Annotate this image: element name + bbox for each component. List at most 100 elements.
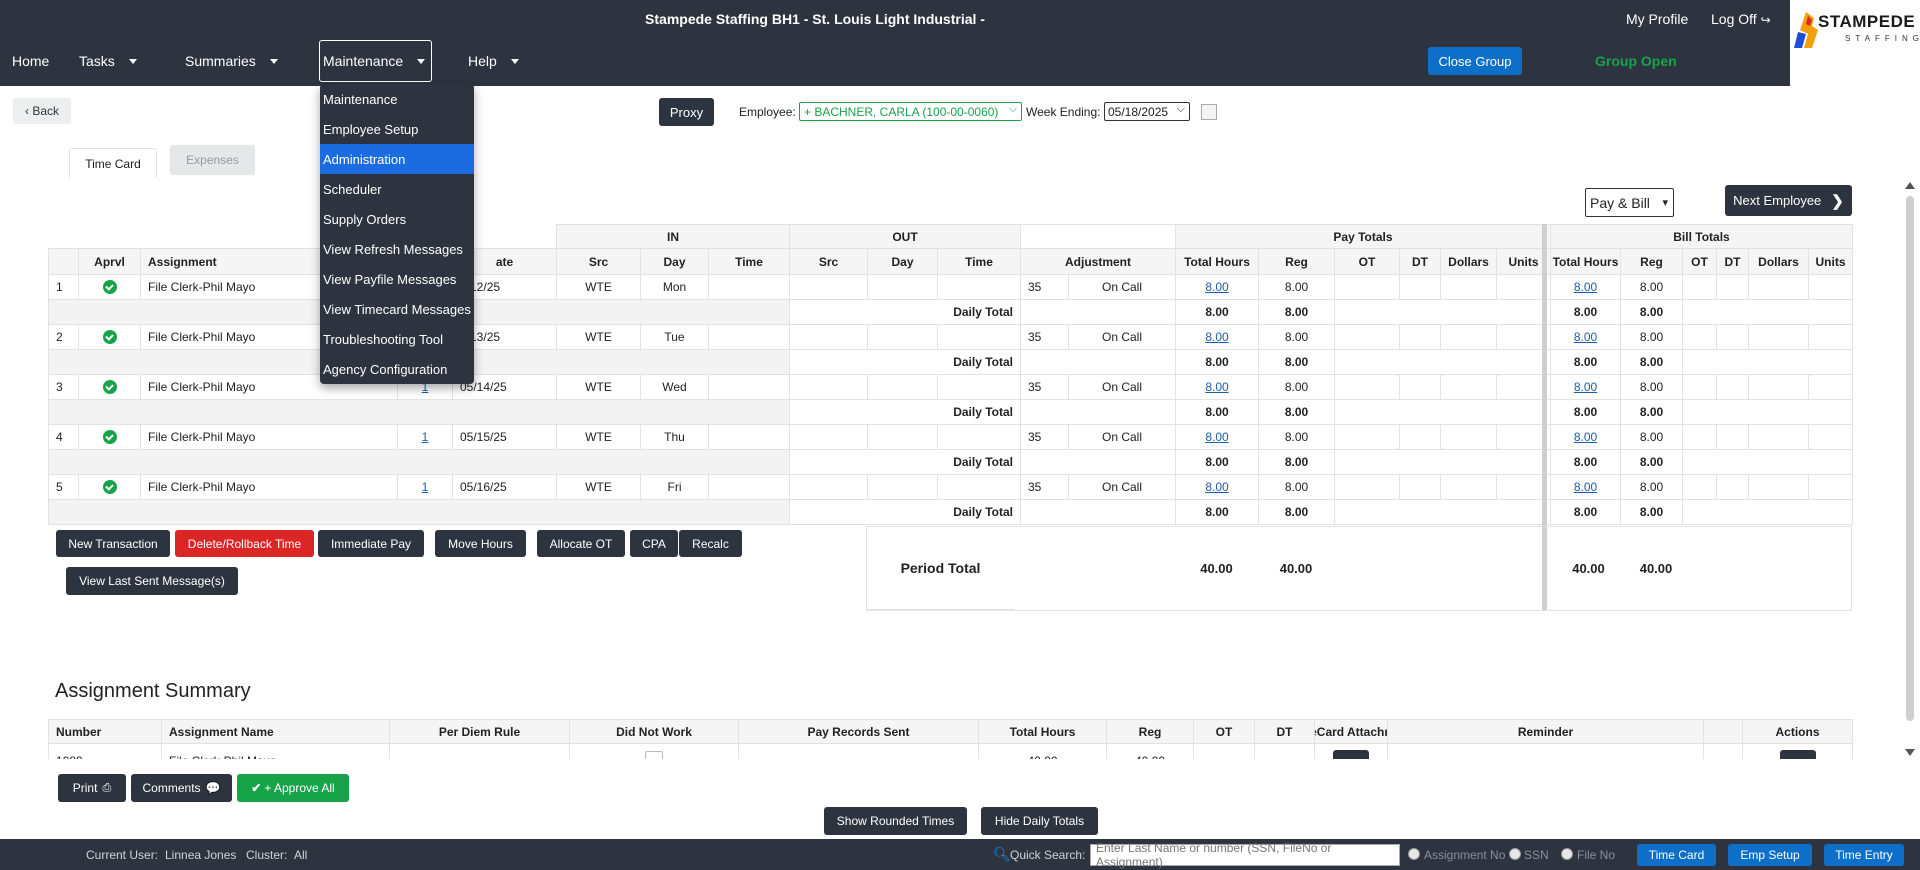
scroll-up-arrow-icon[interactable] [1905,182,1915,189]
hide-daily-totals-button[interactable]: Hide Daily Totals [981,807,1098,835]
tab-expenses[interactable]: Expenses [170,145,255,175]
pay-dollars-cell [1440,424,1497,450]
nav-tasks[interactable]: Tasks [79,40,137,82]
adjustment-code: 35 [1020,274,1069,300]
column-header: Src [556,248,641,275]
scroll-down-arrow-icon[interactable] [1905,749,1915,756]
approve-all-button[interactable]: ✔ + Approve All [237,774,349,802]
bill-dollars-cell [1748,274,1809,300]
actions-search-button[interactable] [1779,750,1816,759]
assignment-link[interactable]: 1 [397,424,453,450]
time-card-button[interactable]: Time Card [1637,844,1716,866]
pay-total-hours-link[interactable]: 8.00 [1175,374,1259,400]
pay-ot-cell [1334,374,1400,400]
next-employee-button[interactable]: Next Employee ❯ [1725,185,1852,216]
scrollbar-thumb[interactable] [1906,196,1914,721]
approve-all-label: + Approve All [264,781,335,795]
menu-item-employee-setup[interactable]: Employee Setup [320,114,474,144]
proxy-button[interactable]: Proxy [659,98,714,126]
bill-dollars-cell [1748,474,1809,500]
logout-icon: ↪ [1760,13,1771,27]
out-day-cell [867,324,938,350]
pay-total-hours-link[interactable]: 8.00 [1175,474,1259,500]
daily-bill-blank [1682,399,1853,425]
menu-item-troubleshooting-tool[interactable]: Troubleshooting Tool [320,324,474,354]
quick-search-input[interactable]: Enter Last Name or number (SSN, FileNo o… [1090,841,1400,869]
daily-total-label: Daily Total [789,449,1021,475]
daily-bill-reg: 8.00 [1620,499,1683,525]
pay-total-hours-link[interactable]: 8.00 [1175,324,1259,350]
daily-pay-blank [1334,399,1551,425]
menu-item-administration[interactable]: Administration [320,144,474,174]
nav-help[interactable]: Help [468,40,519,82]
employee-select[interactable]: + BACHNER, CARLA (100-00-0060) ⌵ [799,102,1022,121]
menu-item-view-refresh-messages[interactable]: View Refresh Messages [320,234,474,264]
bill-total-hours-link[interactable]: 8.00 [1550,474,1621,500]
cpa-button[interactable]: CPA [630,530,678,557]
assignment-link[interactable]: 1 [397,474,453,500]
pay-bill-select[interactable]: Pay & Bill ▾ [1585,188,1674,217]
nav-maintenance[interactable]: Maintenance [319,40,432,82]
out-time-cell [937,274,1021,300]
comments-button[interactable]: Comments 💬 [131,774,232,802]
daily-total-adjustment [1020,299,1176,325]
log-off-label: Log Off [1711,11,1757,27]
menu-item-view-timecard-messages[interactable]: View Timecard Messages [320,294,474,324]
time-entry-button[interactable]: Time Entry [1824,844,1904,866]
view-last-sent-messages-button[interactable]: View Last Sent Message(s) [66,567,238,595]
new-transaction-button[interactable]: New Transaction [56,530,170,557]
menu-item-view-payfile-messages[interactable]: View Payfile Messages [320,264,474,294]
bill-total-hours-link[interactable]: 8.00 [1550,274,1621,300]
out-day-cell [867,374,938,400]
upload-attachment-button[interactable] [1333,750,1369,759]
period-bill-reg: 40.00 [1639,560,1673,576]
adjustment-type: On Call [1068,474,1176,500]
approval-cell [78,374,141,400]
back-button[interactable]: ‹ Back [13,98,71,124]
bill-total-hours-link[interactable]: 8.00 [1550,374,1621,400]
nav-summaries[interactable]: Summaries [185,40,278,82]
menu-item-agency-configuration[interactable]: Agency Configuration [320,354,474,384]
in-group-header: IN [556,224,790,249]
menu-item-supply-orders[interactable]: Supply Orders [320,204,474,234]
daily-total-spacer [48,449,790,475]
nav-tasks-label: Tasks [79,53,115,69]
bill-total-hours-link[interactable]: 8.00 [1550,324,1621,350]
week-ending-select[interactable]: 05/18/2025 ⌵ [1104,102,1190,121]
recalc-button[interactable]: Recalc [679,530,742,557]
bill-reg-cell: 8.00 [1620,274,1683,300]
in-time-cell [708,374,790,400]
pay-total-hours-link[interactable]: 8.00 [1175,424,1259,450]
daily-total-adjustment [1020,499,1176,525]
chevron-down-icon: ▾ [1662,197,1668,209]
delete-rollback-time-button[interactable]: Delete/Rollback Time [175,530,314,557]
summary-row-cell: 40.00 [978,743,1107,759]
immediate-pay-button[interactable]: Immediate Pay [318,530,424,557]
daily-total-label: Daily Total [789,349,1021,375]
daily-pay-reg: 8.00 [1258,399,1335,425]
menu-item-scheduler[interactable]: Scheduler [320,174,474,204]
column-header: Aprvl [78,248,141,275]
nav-home[interactable]: Home [12,40,49,82]
print-button[interactable]: Print ⎙ [58,774,126,802]
allocate-ot-button[interactable]: Allocate OT [537,530,625,557]
show-rounded-times-button[interactable]: Show Rounded Times [824,807,967,835]
radio-assignment-no[interactable] [1408,848,1420,860]
radio-file-no[interactable] [1561,848,1573,860]
bill-total-hours-link[interactable]: 8.00 [1550,424,1621,450]
log-off-link[interactable]: Log Off ↪ [1711,11,1771,27]
tab-time-card[interactable]: Time Card [69,148,157,178]
daily-bill-total: 8.00 [1550,399,1621,425]
pay-total-hours-link[interactable]: 8.00 [1175,274,1259,300]
move-hours-button[interactable]: Move Hours [435,530,526,557]
summary-column-header: Total Hours [978,719,1107,744]
menu-item-maintenance[interactable]: Maintenance [320,84,474,114]
did-not-work-checkbox[interactable] [645,751,663,759]
emp-setup-button[interactable]: Emp Setup [1728,844,1812,866]
in-src-cell: WTE [556,474,641,500]
close-group-button[interactable]: Close Group [1428,47,1522,75]
summary-column-header: Did Not Work [569,719,739,744]
radio-ssn[interactable] [1509,848,1521,860]
daily-total-adjustment [1020,399,1176,425]
my-profile-link[interactable]: My Profile [1626,11,1688,27]
